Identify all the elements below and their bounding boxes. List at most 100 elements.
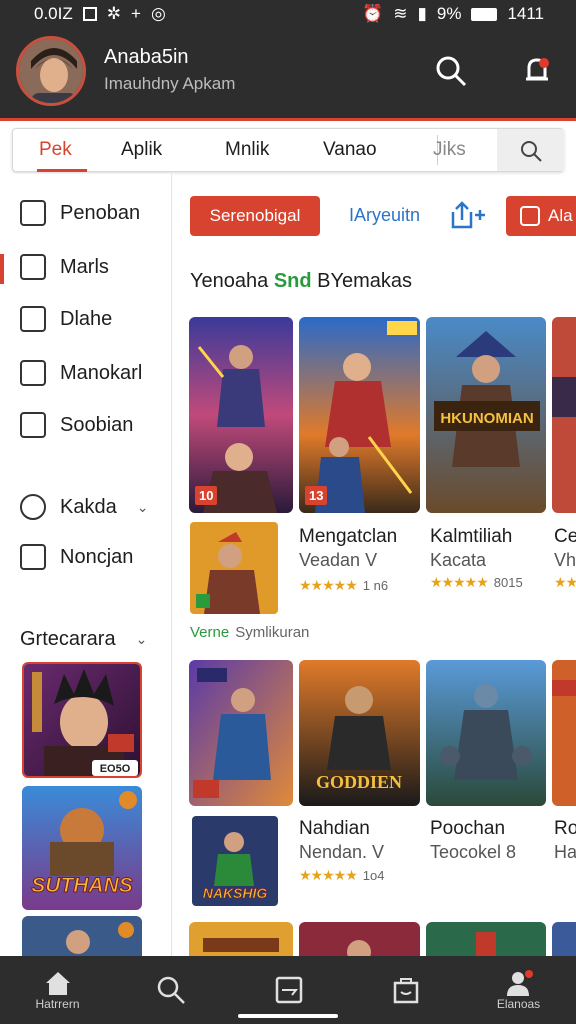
rating-stars: ★★★★★ 1o4: [299, 867, 385, 883]
active-tab-indicator: [37, 169, 87, 172]
signal-icon: ▮: [417, 4, 427, 23]
primary-button[interactable]: Serenobigal: [190, 196, 320, 236]
card-badge: 10: [195, 486, 218, 505]
chevron-down-icon: ⌄: [136, 498, 149, 515]
game-card-7[interactable]: [426, 660, 546, 806]
tab-aplik[interactable]: Aplik: [121, 139, 162, 161]
rating-text: 8015: [493, 575, 523, 590]
status-bar: 0.0IZ ✲ + ◎ ⏰ ≋ ▮ 9% 1411: [0, 4, 576, 26]
sidebar-game-thumb-3[interactable]: [22, 916, 142, 956]
box-icon: [20, 306, 46, 332]
card6-art-text: GODDIEN: [316, 772, 402, 792]
blue-link[interactable]: IAryeuitn: [349, 205, 420, 226]
game-card-10[interactable]: [299, 922, 420, 956]
sidebar-item-soobian[interactable]: Soobian: [20, 412, 133, 438]
rating-text: 1o4: [362, 868, 385, 883]
nav-bag[interactable]: [348, 956, 463, 1024]
game-title[interactable]: Ce: [554, 526, 576, 548]
game-card-3[interactable]: HKUNOMIAN: [426, 317, 546, 513]
section-title-prefix: Yenoaha: [190, 270, 269, 292]
green-label-text: Verne: [190, 624, 230, 641]
sidebar-item-penoban[interactable]: Penoban: [20, 200, 140, 226]
game-subtitle: Veadan V: [299, 550, 378, 570]
sidebar-item-label: Noncjan: [60, 545, 134, 568]
sidebar-section-header[interactable]: Grtecarara ⌄: [20, 628, 147, 651]
rating-stars: ★★★★★ 8015: [430, 574, 523, 590]
battery-icon: [471, 7, 498, 21]
user-search-icon: [20, 494, 46, 520]
section-title-suffix: BYemakas: [317, 270, 413, 292]
section-title: Yenoaha Snd BYemakas: [190, 270, 412, 293]
nav-home[interactable]: Hatrrern: [0, 956, 115, 1024]
sidebar-item-kakda[interactable]: Kakda ⌄: [20, 494, 148, 520]
sidebar-game-thumb-2[interactable]: SUTHANS: [22, 786, 142, 910]
wifi-icon: ≋: [393, 4, 408, 23]
edit-icon: [20, 544, 46, 570]
status-time-left: 0.0IZ: [34, 4, 73, 23]
sidebar-item-manokarl[interactable]: Manokarl: [20, 360, 142, 386]
tab-jiks[interactable]: Jiks: [433, 139, 466, 161]
sidebar-game-thumb-1[interactable]: EO5O: [22, 662, 142, 778]
game-card-1[interactable]: 10: [189, 317, 293, 513]
username: Anaba5in: [104, 46, 189, 68]
game-thumb-small-2[interactable]: NAKSHIG: [192, 816, 278, 906]
search-icon[interactable]: [434, 54, 468, 88]
game-title[interactable]: Ro: [554, 818, 576, 840]
card-badge: 13: [305, 486, 328, 505]
clock: 1411: [507, 4, 544, 23]
tab-search-button[interactable]: [497, 129, 564, 171]
secondary-button-label: Ala: [548, 206, 573, 225]
tab-mnlik[interactable]: Mnlik: [225, 139, 269, 161]
game-title[interactable]: Poochan: [430, 818, 505, 840]
notification-icon[interactable]: [520, 54, 554, 88]
card7-art-text: NAKSHIG: [203, 885, 268, 901]
sidebar-item-noncjan[interactable]: Noncjan: [20, 544, 133, 570]
chevron-down-icon: ⌄: [135, 631, 148, 647]
game-card-6[interactable]: GODDIEN: [299, 660, 420, 806]
gallery-icon: [82, 7, 97, 21]
search-icon: [157, 976, 185, 1004]
sidebar-item-dlahe[interactable]: Dlahe: [20, 306, 112, 332]
bookmark-icon: [20, 360, 46, 386]
game-card-8[interactable]: [552, 660, 576, 806]
search-icon: [521, 141, 542, 162]
side2-title-text: SUTHANS: [31, 874, 133, 897]
section-title-highlight: Snd: [273, 270, 312, 292]
game-card-5[interactable]: [189, 660, 293, 806]
nav-label: Elanoas: [496, 997, 541, 1011]
sidebar-item-marls[interactable]: Marls: [20, 254, 109, 280]
alarm-icon: ⏰: [362, 4, 384, 23]
avatar[interactable]: [16, 36, 86, 106]
profile-icon: [506, 970, 533, 996]
tab-pek[interactable]: Pek: [39, 139, 72, 161]
sidebar-item-label: Dlahe: [60, 307, 113, 330]
game-card-2[interactable]: 13: [299, 317, 420, 513]
user-subtitle: Imauhdny Apkam: [104, 74, 236, 93]
nav-profile[interactable]: Elanoas: [461, 956, 576, 1024]
game-card-12[interactable]: [552, 922, 576, 956]
game-title[interactable]: Kalmtiliah: [430, 526, 512, 548]
secondary-button[interactable]: Ala: [506, 196, 576, 236]
sidebar-section-label: Grtecarara: [20, 628, 116, 650]
game-card-11[interactable]: [426, 922, 546, 956]
plus-status-icon: +: [131, 4, 141, 23]
game-card-4[interactable]: [552, 317, 576, 513]
rating-stars: ★★: [554, 574, 576, 590]
nav-search[interactable]: [113, 956, 228, 1024]
tab-vanao[interactable]: Vanao: [323, 139, 377, 161]
sidebar-item-label: Kakda: [60, 495, 117, 518]
share-icon[interactable]: [447, 200, 487, 230]
sidebar-item-label: Marls: [60, 255, 109, 278]
game-thumb-small-1[interactable]: [190, 522, 278, 614]
settings-status-icon: ✲: [106, 4, 121, 23]
game-subtitle: Ha: [554, 842, 576, 862]
game-title[interactable]: Nahdian: [299, 818, 370, 840]
game-title[interactable]: Mengatclan: [299, 526, 397, 548]
rating-text: 1 n6: [362, 578, 389, 593]
green-label-sub: Symlikuran: [235, 624, 310, 641]
game-card-9[interactable]: [189, 922, 293, 956]
battery-percent: 9%: [436, 4, 462, 23]
game-subtitle: Nendan. V: [299, 842, 385, 862]
home-indicator: [238, 1014, 338, 1018]
bag-icon: [393, 978, 418, 1004]
